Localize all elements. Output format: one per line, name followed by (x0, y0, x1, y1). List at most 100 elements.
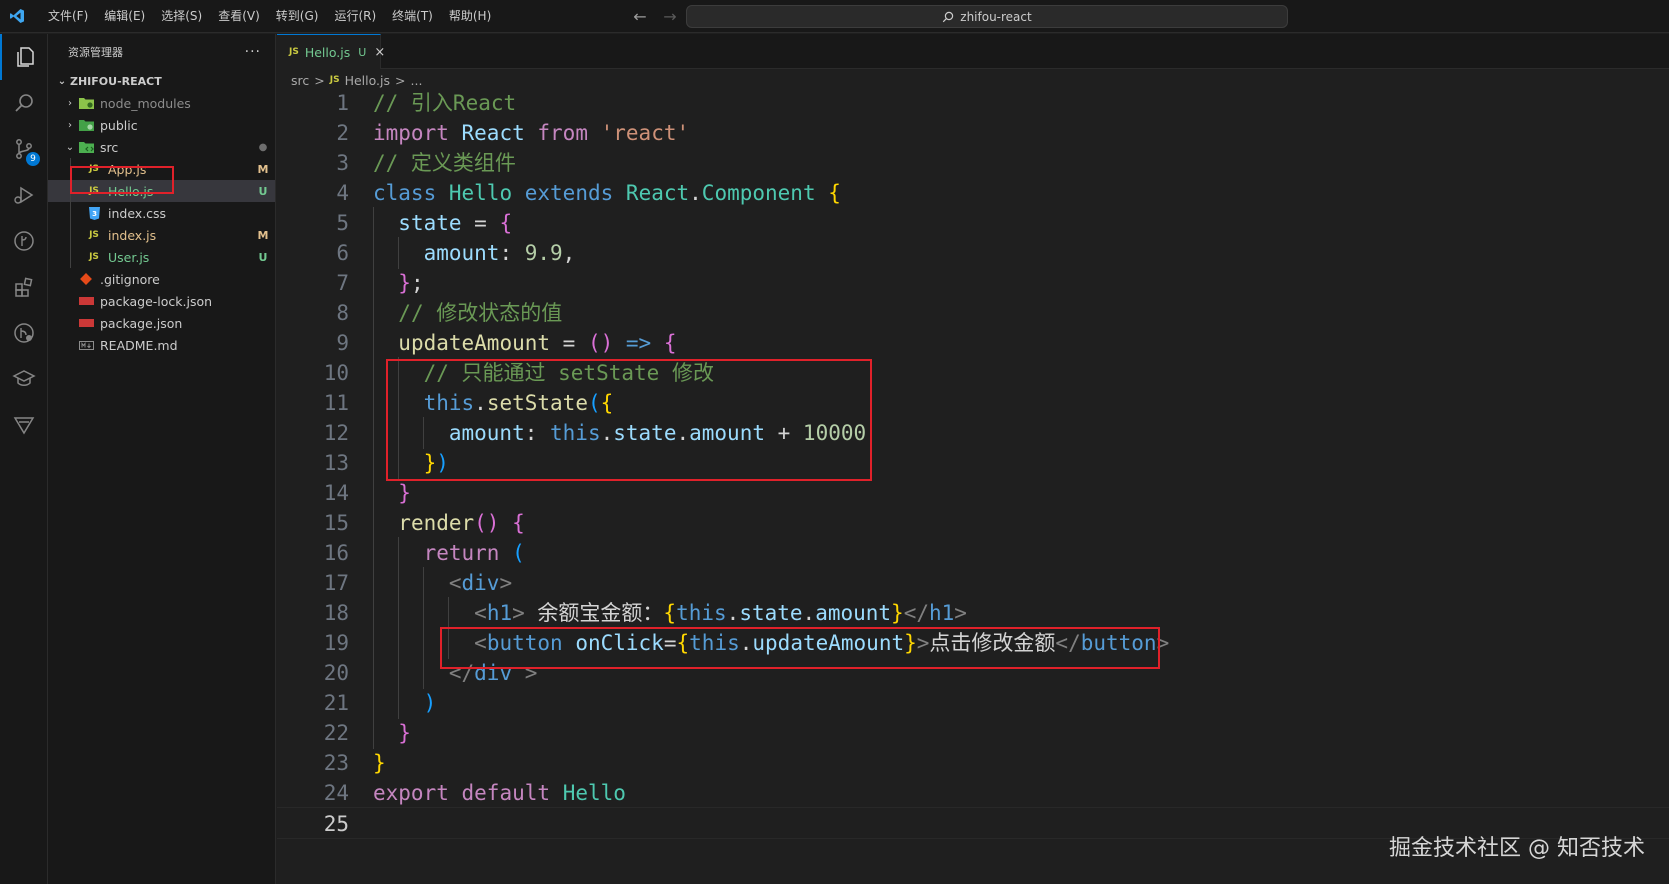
code-editor[interactable]: 1// 引入React 2 import React from 'react' 3… (277, 91, 1669, 884)
source-control-icon[interactable]: 9 (0, 126, 48, 172)
git-status-badge: M (257, 228, 269, 242)
tab-label: Hello.js (304, 44, 351, 60)
code-line: 16 return ( (277, 537, 1669, 569)
menu-go[interactable]: 转到(G) (268, 0, 327, 33)
line-number: 3 (336, 151, 349, 175)
tree-item-label: README.md (100, 337, 178, 353)
command-center-label: zhifou-react (960, 9, 1032, 24)
code-line: 14 } (277, 477, 1669, 509)
tree-item-label: package.json (100, 315, 183, 331)
line-number: 15 (323, 511, 349, 535)
public-folder-icon (78, 118, 94, 132)
line-number: 1 (336, 91, 349, 115)
tree-item-index-js[interactable]: JS index.js M (48, 224, 275, 246)
line-number: 16 (323, 541, 349, 565)
explorer-icon[interactable] (0, 34, 48, 80)
menu-run[interactable]: 运行(R) (326, 0, 384, 33)
search-icon[interactable] (0, 80, 48, 126)
explorer-header: 资源管理器 ··· (48, 34, 275, 70)
tree-item-label: node_modules (100, 95, 191, 111)
code-line: 7 }; (277, 267, 1669, 299)
javascript-file-icon: JS (89, 252, 99, 262)
line-number: 8 (336, 301, 349, 325)
tree-item-hello-js[interactable]: JS Hello.js U (48, 180, 275, 202)
line-number: 18 (323, 601, 349, 625)
menu-terminal[interactable]: 终端(T) (384, 0, 441, 33)
filter-icon[interactable] (0, 402, 48, 448)
project-name: ZHIFOU-REACT (70, 74, 162, 88)
run-debug-icon[interactable] (0, 172, 48, 218)
chevron-right-icon: > (395, 72, 406, 88)
remote-explorer-icon[interactable] (0, 310, 48, 356)
line-number: 19 (323, 631, 349, 655)
tree-item-label: index.css (108, 205, 167, 221)
tree-item-label: User.js (108, 249, 150, 265)
menu-view[interactable]: 查看(V) (210, 0, 268, 33)
line-number: 14 (323, 481, 349, 505)
code-line: 22 } (277, 717, 1669, 749)
svg-text:3: 3 (92, 210, 97, 218)
breadcrumb-folder[interactable]: src (291, 73, 309, 88)
git-status-badge: U (258, 184, 268, 198)
code-line: 1// 引入React (277, 91, 1669, 119)
javascript-file-icon: JS (89, 164, 99, 174)
css-file-icon: 3 (86, 206, 102, 220)
git-graph-icon[interactable] (0, 218, 48, 264)
tree-item-package-lock-json[interactable]: package-lock.json (48, 290, 275, 312)
back-arrow-icon[interactable]: ← (630, 7, 650, 26)
tree-item-label: public (100, 117, 138, 133)
code-line: 3// 定义类组件 (277, 147, 1669, 179)
line-number: 7 (336, 271, 349, 295)
tree-item-package-json[interactable]: package.json (48, 312, 275, 334)
menu-edit[interactable]: 编辑(E) (96, 0, 153, 33)
code-line: 24 export default Hello (277, 777, 1669, 809)
command-center-search[interactable]: zhifou-react (686, 5, 1288, 28)
tree-item-index-css[interactable]: 3 index.css (48, 202, 275, 224)
extensions-icon[interactable] (0, 264, 48, 310)
forward-arrow-icon[interactable]: → (660, 7, 680, 26)
menu-selection[interactable]: 选择(S) (153, 0, 210, 33)
editor-tabs: JS Hello.js U × (277, 34, 1669, 69)
search-icon (943, 11, 954, 22)
line-number: 9 (336, 331, 349, 355)
code-line: 10 // 只能通过 setState 修改 (277, 357, 1669, 389)
indent-guide (70, 180, 71, 202)
line-number: 10 (323, 361, 349, 385)
breadcrumb-symbol[interactable]: ... (411, 73, 423, 88)
menu-help[interactable]: 帮助(H) (441, 0, 499, 33)
tree-item-label: package-lock.json (100, 293, 213, 309)
more-actions-icon[interactable]: ··· (245, 44, 261, 60)
tree-item-node-modules[interactable]: › node_modules (48, 92, 275, 114)
chevron-right-icon: > (314, 72, 325, 88)
chevron-right-icon: › (68, 119, 72, 131)
tree-item-label: App.js (108, 161, 147, 177)
javascript-file-icon: JS (89, 186, 99, 196)
source-control-badge: 9 (26, 152, 40, 166)
javascript-file-icon: JS (89, 230, 99, 240)
tree-item-app-js[interactable]: JS App.js M (48, 158, 275, 180)
line-number: 11 (323, 391, 349, 415)
markdown-file-icon (78, 338, 94, 352)
tree-item-gitignore[interactable]: .gitignore (48, 268, 275, 290)
line-number: 20 (323, 661, 349, 685)
project-root[interactable]: ⌄ ZHIFOU-REACT (48, 70, 275, 92)
chevron-right-icon: › (68, 97, 72, 109)
line-number: 24 (323, 781, 349, 805)
tree-item-public[interactable]: › public (48, 114, 275, 136)
tree-item-readme-md[interactable]: README.md (48, 334, 275, 356)
tree-item-label: index.js (108, 227, 157, 243)
code-line: 15 render() { (277, 507, 1669, 539)
learn-icon[interactable] (0, 356, 48, 402)
close-icon[interactable]: × (374, 45, 385, 60)
breadcrumb-file[interactable]: Hello.js (345, 73, 390, 88)
tree-item-src[interactable]: ⌄ src ● (48, 136, 275, 158)
line-number: 6 (336, 241, 349, 265)
tree-item-user-js[interactable]: JS User.js U (48, 246, 275, 268)
tab-hello-js[interactable]: JS Hello.js U × (277, 34, 385, 69)
line-number: 22 (323, 721, 349, 745)
menu-file[interactable]: 文件(F) (40, 0, 96, 33)
indent-guide (70, 224, 71, 246)
code-line: 11 this.setState({ (277, 387, 1669, 419)
explorer-title: 资源管理器 (68, 46, 123, 59)
indent-guide (70, 202, 71, 224)
